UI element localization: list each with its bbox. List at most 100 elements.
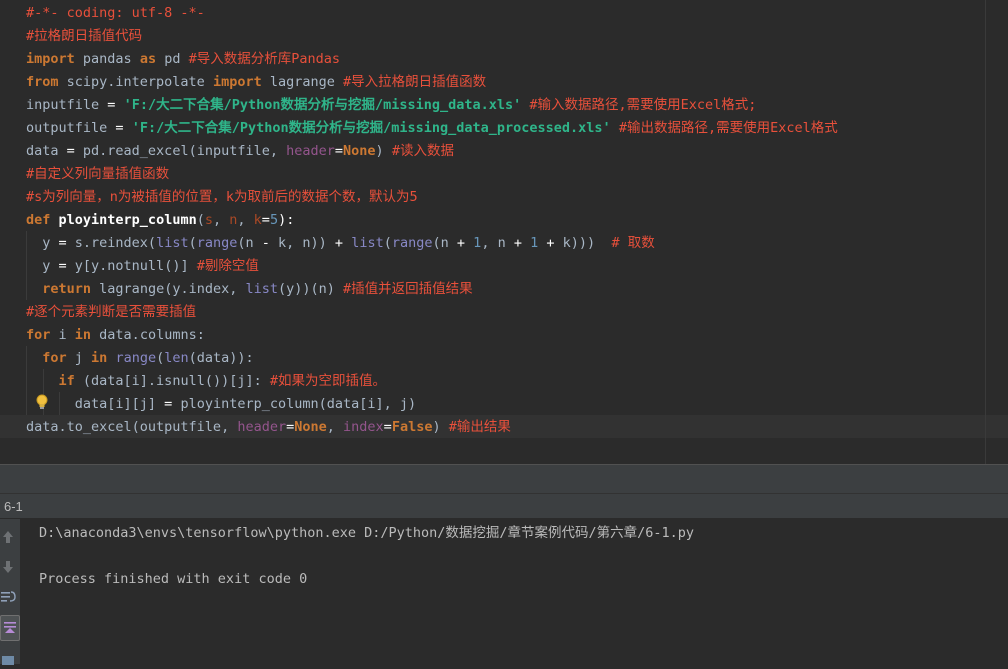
code-token: def [26, 212, 51, 228]
code-token: y [26, 258, 59, 274]
code-line[interactable]: data.to_excel(outputfile, header = None, i… [26, 416, 511, 439]
code-token: lagrange [261, 74, 344, 90]
code-line[interactable]: def ployinterp_column(s, n, k=5): [26, 209, 294, 232]
code-token: y [26, 235, 59, 251]
up-arrow-icon[interactable] [0, 528, 16, 546]
run-console[interactable]: D:\anaconda3\envs\tensorflow\python.exe … [20, 519, 1008, 664]
code-token: ( [188, 235, 197, 251]
code-token: s [204, 212, 213, 228]
code-token: + [513, 235, 522, 251]
code-token: for [26, 327, 51, 343]
code-token: ployinterp_column(data[i], j) [172, 396, 417, 412]
code-token: #导入数据分析库Pandas [188, 51, 340, 67]
code-token: = [58, 258, 67, 274]
code-token: import [212, 74, 262, 90]
code-token: #自定义列向量插值函数 [26, 166, 170, 182]
code-line[interactable]: from scipy.interpolate import lagrange #… [26, 71, 486, 94]
code-line[interactable]: y = s.reindex(list(range(n - k, n)) + li… [26, 232, 654, 255]
code-token: s.reindex( [66, 235, 157, 251]
code-line[interactable]: import pandas as pd #导入数据分析库Pandas [26, 48, 340, 71]
code-line[interactable]: data = pd.read_excel(inputfile, header=N… [26, 140, 454, 163]
code-editor[interactable]: #-*- coding: utf-8 -*- #拉格朗日插值代码 import pa… [0, 0, 1008, 466]
code-line[interactable]: data[i][j] = ployinterp_column(data[i], … [26, 393, 416, 416]
code-token: range [115, 350, 157, 366]
code-line[interactable]: #拉格朗日插值代码 [26, 25, 142, 48]
code-token: #输入数据路径,需要使用Excel格式; [529, 97, 757, 113]
code-line[interactable]: #-*- coding: utf-8 -*- [26, 2, 205, 25]
code-token: for [42, 350, 67, 366]
code-line[interactable]: #逐个元素判断是否需要插值 [26, 301, 196, 324]
code-token: None [294, 419, 327, 435]
lightbulb-icon[interactable] [35, 394, 49, 411]
code-line[interactable]: inputfile = 'F:/大二下合集/Python数据分析与挖掘/miss… [26, 94, 756, 117]
panel-gap [0, 465, 1008, 493]
code-token: (data[i].isnull())[j]: [74, 373, 270, 389]
code-token: 5 [269, 212, 279, 228]
code-line[interactable]: if (data[i].isnull())[j]: #如果为空即插值。 [26, 370, 386, 393]
code-line[interactable]: for j in range(len(data)): [26, 347, 253, 370]
code-token: #读入数据 [391, 143, 454, 159]
code-token: + [546, 235, 555, 251]
code-token: ployinterp_column [58, 212, 197, 228]
scroll-to-end-icon[interactable] [0, 615, 20, 641]
code-token: #如果为空即插值。 [269, 373, 386, 389]
code-token: (n [432, 235, 457, 251]
print-icon[interactable] [0, 651, 16, 669]
code-token: i [50, 327, 75, 343]
code-token: + [456, 235, 466, 251]
code-token: = [383, 419, 392, 435]
code-token: #输出结果 [448, 419, 511, 435]
soft-wrap-icon[interactable] [0, 589, 16, 607]
code-token: #插值并返回插值结果 [343, 281, 473, 297]
code-token: ): [278, 212, 295, 228]
code-token: list [245, 281, 278, 297]
code-token: pd.read_excel(inputfile, [74, 143, 287, 159]
code-token: data.columns: [91, 327, 205, 343]
console-line: Process finished with exit code 0 [39, 571, 308, 587]
code-token: #s为列向量，n为被插值的位置，k为取前后的数据个数，默认为5 [26, 189, 418, 205]
code-line[interactable]: #s为列向量，n为被插值的位置，k为取前后的数据个数，默认为5 [26, 186, 418, 209]
code-line[interactable]: return lagrange(y.index, list(y))(n) #插值… [26, 278, 473, 301]
code-token: k, n)) [269, 235, 335, 251]
run-tab[interactable]: 6-1 [4, 494, 23, 520]
code-token: as [139, 51, 157, 67]
code-token: header [237, 419, 287, 435]
run-tool-window-header: 6-1 [0, 493, 1008, 519]
code-token: list [156, 235, 189, 251]
code-token: y[y.notnull()] [66, 258, 197, 274]
code-token: 'F:/大二下合集/Python数据分析与挖掘/missing_data_pro… [131, 120, 611, 136]
code-line[interactable]: #自定义列向量插值函数 [26, 163, 169, 186]
code-token: if [58, 373, 75, 389]
code-token: False [391, 419, 433, 435]
console-line: D:\anaconda3\envs\tensorflow\python.exe … [39, 525, 695, 541]
code-token: in [91, 350, 108, 366]
code-token: from [26, 74, 59, 90]
down-arrow-icon[interactable] [0, 558, 16, 576]
code-line[interactable]: for i in data.columns: [26, 324, 205, 347]
code-token: = [66, 143, 75, 159]
code-token: #输出数据路径,需要使用Excel格式 [618, 120, 838, 136]
code-token: ( [156, 350, 165, 366]
code-token: outputfile [26, 120, 116, 136]
code-token: ) [432, 419, 449, 435]
code-token: #导入拉格朗日插值函数 [343, 74, 487, 90]
code-line[interactable]: outputfile = 'F:/大二下合集/Python数据分析与挖掘/mis… [26, 117, 838, 140]
code-token: , [237, 212, 254, 228]
code-token: = [261, 212, 270, 228]
code-token: list [351, 235, 384, 251]
code-token: k [253, 212, 262, 228]
code-token: pandas [74, 51, 140, 67]
code-token: data.to_excel(outputfile, [26, 419, 238, 435]
code-token: range [196, 235, 238, 251]
code-token: k))) [554, 235, 612, 251]
code-token: in [74, 327, 92, 343]
code-token: len [164, 350, 189, 366]
code-token: + [334, 235, 344, 251]
code-token: , n [481, 235, 514, 251]
code-line[interactable]: y = y[y.notnull()] #剔除空值 [26, 255, 259, 278]
